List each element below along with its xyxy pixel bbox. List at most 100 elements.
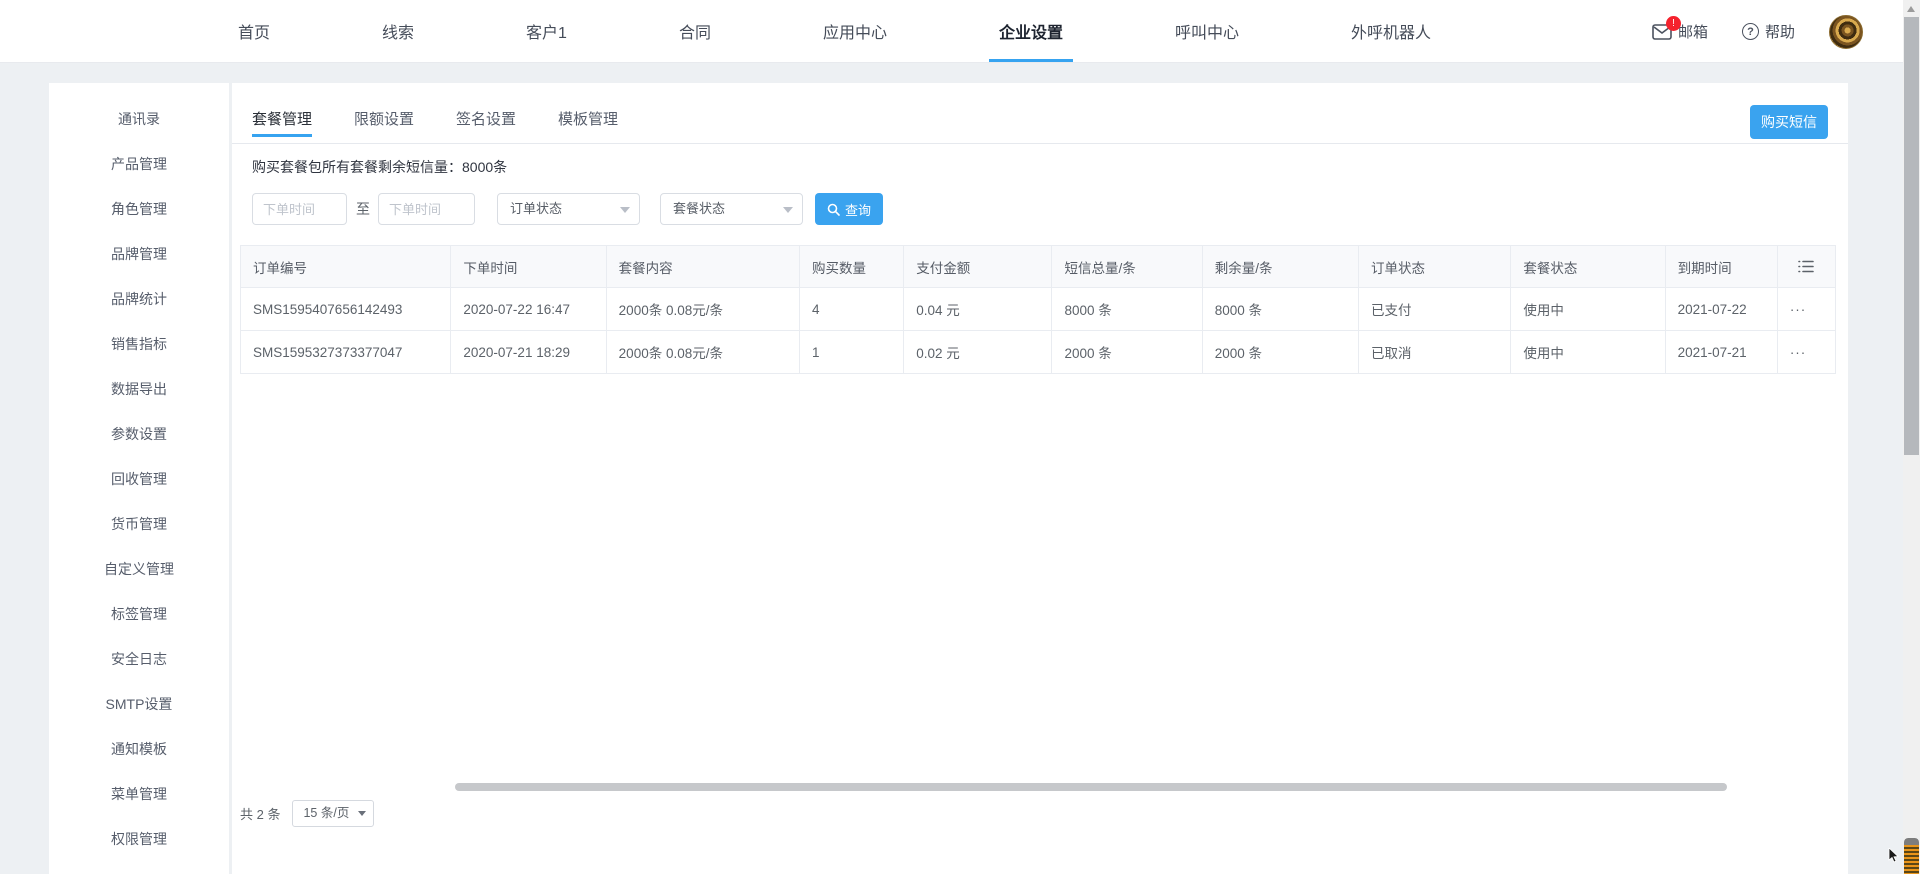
nav-item-call-center[interactable]: 呼叫中心 [1175,0,1239,62]
sidebar-item-smtp-settings[interactable]: SMTP设置 [49,682,229,727]
package-status-select[interactable]: 套餐状态 [660,193,803,225]
range-to-label: 至 [356,201,370,217]
cell-order-time: 2020-07-22 16:47 [450,287,607,331]
table-row: SMS1595407656142493 2020-07-22 16:47 200… [239,287,1837,331]
mail-icon: ! [1652,15,1681,40]
chevron-down-icon [358,810,367,816]
cell-order-number: SMS1595407656142493 [239,287,452,331]
nav-item-app-center[interactable]: 应用中心 [823,0,887,62]
table-header-row: 订单编号 下单时间 套餐内容 购买数量 支付金额 短信总量/条 剩余量/条 订单… [239,245,1837,288]
nav-item-contracts[interactable]: 合同 [679,0,711,62]
col-order-number: 订单编号 [239,245,452,288]
nav-item-enterprise-settings[interactable]: 企业设置 [988,0,1074,62]
page-size-value: 15 条/页 [303,805,350,820]
nav-item-home[interactable]: 首页 [238,0,270,62]
search-button[interactable]: 查询 [815,193,883,225]
col-package-status: 套餐状态 [1510,245,1666,288]
sidebar-item-custom-mgmt[interactable]: 自定义管理 [49,547,229,592]
col-sms-remaining: 剩余量/条 [1201,245,1360,288]
sidebar-item-tag-mgmt[interactable]: 标签管理 [49,592,229,637]
cell-expiry-date: 2021-07-21 [1664,330,1778,374]
header-tools: ! 邮箱 ? 帮助 [1652,0,1863,63]
sidebar-item-product-mgmt[interactable]: 产品管理 [49,142,229,187]
search-icon [827,203,840,216]
nav-item-outbound-robot[interactable]: 外呼机器人 [1351,0,1431,62]
user-avatar[interactable] [1829,14,1863,49]
cell-package-status: 使用中 [1510,330,1666,374]
help-button[interactable]: ? 帮助 [1741,21,1795,42]
col-sms-total: 短信总量/条 [1051,245,1203,288]
package-status-value: 套餐状态 [673,201,726,216]
main-nav: 首页 线索 客户1 合同 应用中心 企业设置 呼叫中心 外呼机器人 [0,0,1543,62]
sidebar-item-security-log[interactable]: 安全日志 [49,637,229,682]
sidebar-item-contacts[interactable]: 通讯录 [49,97,229,142]
pagination-bar: 共 2 条 15 条/页 [240,799,375,827]
sidebar-item-menu-mgmt[interactable]: 菜单管理 [49,772,229,817]
nav-item-leads[interactable]: 线索 [382,0,414,62]
sidebar-item-notification-template[interactable]: 通知模板 [49,727,229,772]
mail-label: 邮箱 [1677,24,1708,41]
page-vertical-scrollbar[interactable] [1903,0,1920,874]
col-expiry-date: 到期时间 [1664,245,1778,288]
mouse-cursor [1888,848,1899,863]
row-actions-ellipsis[interactable]: ··· [1776,287,1837,331]
sidebar-item-brand-stats[interactable]: 品牌统计 [49,277,229,322]
cell-order-number: SMS1595327373377047 [239,330,452,374]
cell-sms-total: 2000 条 [1051,330,1203,374]
col-order-status: 订单状态 [1358,245,1512,288]
order-time-end-input[interactable] [378,193,475,225]
cell-sms-total: 8000 条 [1051,287,1203,331]
filter-bar: 至 订单状态 套餐状态 查询 [232,193,1848,225]
sidebar-item-permission-mgmt[interactable]: 权限管理 [49,817,229,862]
remaining-sms-summary: 购买套餐包所有套餐剩余短信量：8000条 [252,159,508,175]
tab-template-mgmt[interactable]: 模板管理 [558,93,618,144]
top-header: 首页 线索 客户1 合同 应用中心 企业设置 呼叫中心 外呼机器人 ! 邮箱 ?… [0,0,1903,63]
order-status-value: 订单状态 [510,201,563,216]
sidebar-item-sales-metrics[interactable]: 销售指标 [49,322,229,367]
page-size-select[interactable]: 15 条/页 [292,799,375,827]
sidebar-item-recycle-mgmt[interactable]: 回收管理 [49,457,229,502]
col-quantity: 购买数量 [799,245,905,288]
help-label: 帮助 [1764,24,1795,41]
cell-quantity: 4 [799,287,905,331]
column-settings-icon [1798,260,1815,273]
col-payment-amount: 支付金额 [903,245,1053,288]
sidebar-item-parameter-settings[interactable]: 参数设置 [49,412,229,457]
tab-quota-settings[interactable]: 限额设置 [354,93,414,144]
tab-signature-settings[interactable]: 签名设置 [456,93,516,144]
chevron-down-icon [783,207,793,213]
tab-package-mgmt[interactable]: 套餐管理 [252,93,313,144]
app-root: 首页 线索 客户1 合同 应用中心 企业设置 呼叫中心 外呼机器人 ! 邮箱 ?… [0,0,1920,874]
cell-quantity: 1 [799,330,905,374]
scrollbar-bottom-marker[interactable] [1904,838,1919,874]
sidebar-item-role-mgmt[interactable]: 角色管理 [49,187,229,232]
cell-sms-remaining: 8000 条 [1201,287,1360,331]
sidebar-item-data-export[interactable]: 数据导出 [49,367,229,412]
col-package-content: 套餐内容 [605,245,801,288]
cell-package-status: 使用中 [1510,287,1666,331]
column-settings-button[interactable] [1776,245,1837,288]
cell-payment-amount: 0.02 元 [903,330,1053,374]
nav-item-customers[interactable]: 客户1 [526,0,567,62]
sidebar-item-currency-mgmt[interactable]: 货币管理 [49,502,229,547]
cell-expiry-date: 2021-07-22 [1664,287,1778,331]
sms-orders-table: 订单编号 下单时间 套餐内容 购买数量 支付金额 短信总量/条 剩余量/条 订单… [239,245,1837,374]
mailbox-button[interactable]: ! 邮箱 [1652,15,1708,42]
row-actions-ellipsis[interactable]: ··· [1776,330,1837,374]
cell-order-status: 已取消 [1358,330,1512,374]
settings-sidebar: 通讯录 产品管理 角色管理 品牌管理 品牌统计 销售指标 数据导出 参数设置 回… [49,83,229,874]
table-horizontal-scrollbar[interactable] [455,783,1727,791]
vertical-scrollbar-thumb[interactable] [1904,17,1919,455]
cell-sms-remaining: 2000 条 [1201,330,1360,374]
col-order-time: 下单时间 [450,245,607,288]
help-icon: ? [1741,23,1759,40]
cell-order-time: 2020-07-21 18:29 [450,330,607,374]
scroll-up-icon[interactable] [1907,6,1915,12]
sidebar-item-brand-mgmt[interactable]: 品牌管理 [49,232,229,277]
chevron-down-icon [620,207,630,213]
cell-package-content: 2000条 0.08元/条 [605,330,801,374]
cell-package-content: 2000条 0.08元/条 [605,287,801,331]
buy-sms-button[interactable]: 购买短信 [1750,105,1828,139]
order-time-start-input[interactable] [252,193,347,225]
order-status-select[interactable]: 订单状态 [497,193,640,225]
